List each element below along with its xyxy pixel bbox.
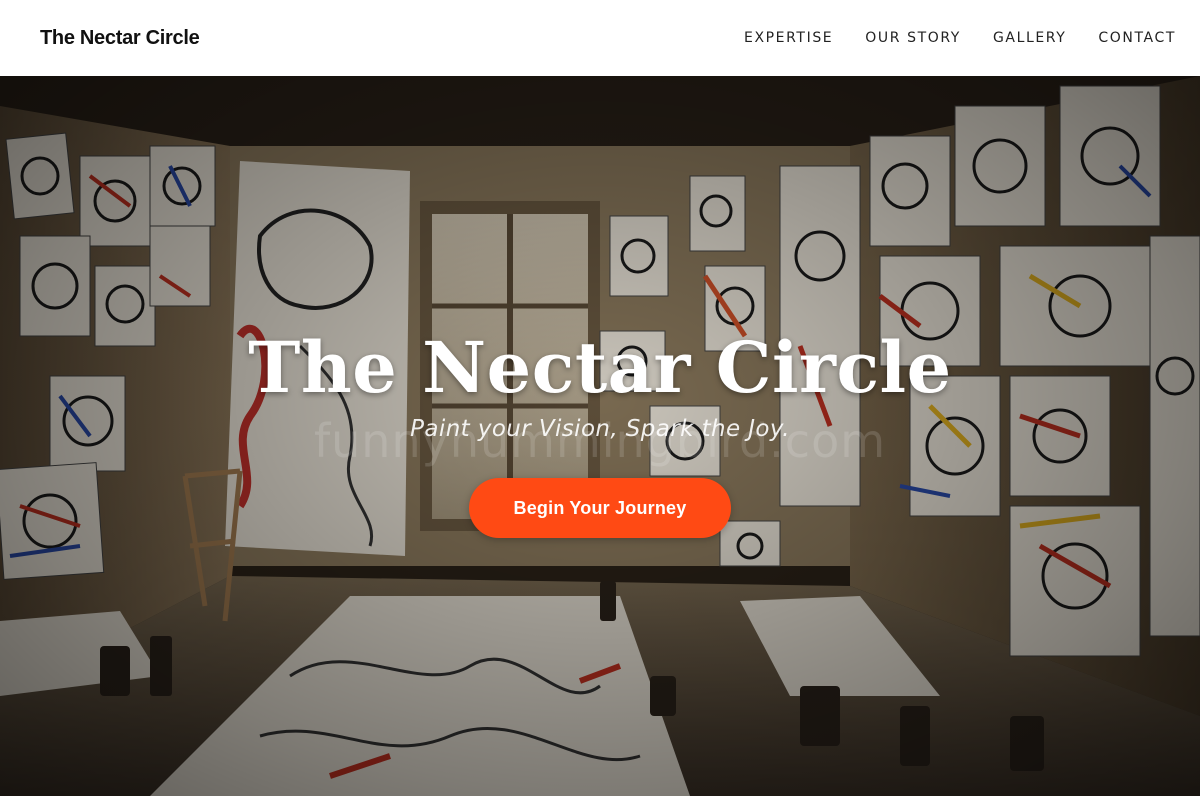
brand-logo-link[interactable]: The Nectar Circle bbox=[40, 27, 200, 50]
nav-link-gallery[interactable]: GALLERY bbox=[993, 30, 1066, 46]
bottom-edge-strip bbox=[0, 796, 1200, 800]
nav-link-our-story[interactable]: OUR STORY bbox=[865, 30, 961, 46]
nav-link-expertise[interactable]: EXPERTISE bbox=[744, 30, 833, 46]
hero-content: The Nectar Circle Paint your Vision, Spa… bbox=[0, 326, 1200, 538]
site-header: The Nectar Circle EXPERTISE OUR STORY GA… bbox=[0, 0, 1200, 76]
hero-title: The Nectar Circle bbox=[248, 326, 952, 409]
nav-link-contact[interactable]: CONTACT bbox=[1098, 30, 1176, 46]
hero-tagline: Paint your Vision, Spark the Joy. bbox=[410, 416, 790, 442]
hero-section: funnyhummingbird.com The Nectar Circle P… bbox=[0, 76, 1200, 796]
main-nav: EXPERTISE OUR STORY GALLERY CONTACT bbox=[744, 30, 1176, 46]
begin-journey-button[interactable]: Begin Your Journey bbox=[469, 478, 731, 538]
